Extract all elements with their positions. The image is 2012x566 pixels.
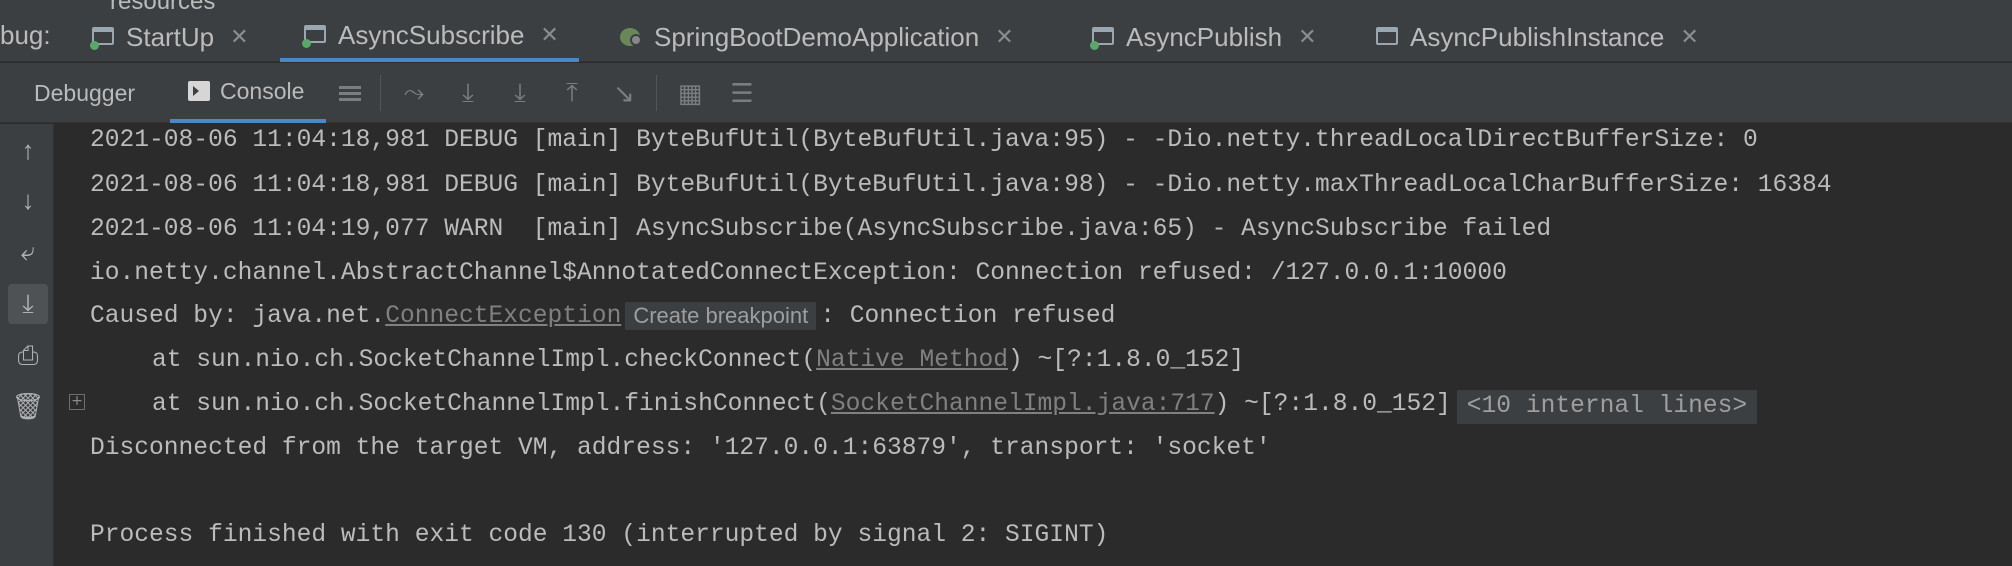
console-line: Process finished with exit code 130 (int… (90, 522, 1109, 549)
console-line: 2021-08-06 11:04:18,981 DEBUG [main] Byt… (90, 127, 1758, 154)
resources-folder-label: resources (110, 0, 215, 12)
debug-toolbar: Debugger Console ⤳ ⤓ ⤓ ⤒ ↘ ▦ ☰ (0, 63, 2012, 123)
trash-icon[interactable]: 🗑 (12, 391, 45, 421)
tab-label: StartUp (126, 21, 215, 52)
tab-debugger[interactable]: Debugger (34, 63, 135, 123)
run-config-icon (1090, 26, 1116, 50)
down-arrow-icon[interactable]: ↓ (14, 185, 42, 215)
step-out-icon[interactable]: ⤒ (556, 77, 588, 109)
close-icon[interactable]: ✕ (1298, 24, 1316, 50)
close-icon[interactable]: ✕ (1680, 24, 1698, 50)
tab-label: AsyncSubscribe (338, 19, 525, 50)
layout-menu-icon[interactable] (334, 77, 366, 109)
tab-label: AsyncPublishInstance (1410, 21, 1665, 52)
tab-label: AsyncPublish (1126, 21, 1283, 52)
run-to-cursor-icon[interactable]: ↘ (608, 77, 640, 109)
console-line: io.netty.channel.AbstractChannel$Annotat… (90, 260, 1507, 287)
frame-prefix: at sun.nio.ch.SocketChannelImpl.finishCo… (152, 391, 831, 418)
tab-console[interactable]: Console (170, 63, 327, 123)
print-icon[interactable]: ⎙ (14, 340, 42, 370)
caused-by-suffix: : Connection refused (820, 303, 1116, 330)
close-icon[interactable]: ✕ (540, 22, 558, 48)
toolbar-divider (380, 75, 381, 111)
console-gutter: ↑ ↓ ⤶ ⤓ ⎙ 🗑 (0, 124, 54, 566)
frame-prefix: at sun.nio.ch.SocketChannelImpl.checkCon… (152, 347, 817, 374)
trace-settings-icon[interactable]: ☰ (726, 77, 758, 109)
create-breakpoint-tooltip[interactable]: Create breakpoint (625, 302, 817, 330)
step-over-icon[interactable]: ⤓ (452, 77, 484, 109)
project-tree-sliver: resources (0, 0, 2012, 12)
run-config-icon (1376, 26, 1400, 48)
tab-startup[interactable]: StartUp ✕ (90, 12, 249, 62)
caused-by-prefix: Caused by: java.net. (90, 303, 386, 330)
native-method-link[interactable]: Native Method (816, 347, 1008, 374)
frame-suffix: ) ~[?:1.8.0_152] (1008, 347, 1245, 374)
step-into-icon[interactable]: ⤓ (504, 77, 536, 109)
show-execution-point-icon[interactable]: ⤳ (398, 77, 430, 109)
debug-tab-bar: bug: StartUp ✕ AsyncSubscribe ✕ SpringBo… (0, 12, 2012, 62)
stack-frame-line: at sun.nio.ch.SocketChannelImpl.finishCo… (90, 390, 1758, 424)
scroll-to-end-icon[interactable]: ⤓ (8, 284, 48, 324)
source-file-link[interactable]: SocketChannelImpl.java:717 (831, 391, 1215, 418)
console-line: 2021-08-06 11:04:19,077 WARN [main] Asyn… (90, 216, 1552, 243)
spring-boot-icon (620, 26, 644, 48)
close-icon[interactable]: ✕ (995, 24, 1013, 50)
close-icon[interactable]: ✕ (230, 24, 248, 50)
expand-fold-icon[interactable]: + (69, 394, 85, 410)
toolbar-divider (656, 75, 657, 111)
soft-wrap-icon[interactable]: ⤶ (14, 236, 42, 266)
console-output[interactable]: 2021-08-06 11:04:18,981 DEBUG [main] Byt… (55, 124, 2012, 566)
folded-lines-badge[interactable]: <10 internal lines> (1456, 390, 1758, 424)
console-label: Console (220, 77, 305, 104)
up-arrow-icon[interactable]: ↑ (14, 135, 42, 165)
run-config-icon (90, 26, 116, 50)
evaluate-expression-icon[interactable]: ▦ (674, 77, 706, 109)
console-line: 2021-08-06 11:04:18,981 DEBUG [main] Byt… (90, 172, 1832, 199)
caused-by-line: Caused by: java.net.ConnectException Crea… (90, 302, 1115, 332)
tab-springbootdemoapplication[interactable]: SpringBootDemoApplication ✕ (620, 12, 1014, 62)
run-config-icon (302, 24, 328, 48)
exception-link[interactable]: ConnectException (385, 303, 621, 330)
console-icon (188, 81, 210, 101)
tab-asyncsubscribe[interactable]: AsyncSubscribe ✕ (280, 12, 579, 62)
console-line: Disconnected from the target VM, address… (90, 435, 1271, 462)
tab-asyncpublish[interactable]: AsyncPublish ✕ (1090, 12, 1317, 62)
debugger-label: Debugger (34, 79, 136, 106)
stack-frame-line: at sun.nio.ch.SocketChannelImpl.checkCon… (90, 346, 1244, 376)
tab-asyncpublishinstance[interactable]: AsyncPublishInstance ✕ (1376, 12, 1699, 62)
frame-suffix: ) ~[?:1.8.0_152] (1214, 391, 1451, 418)
tab-label: SpringBootDemoApplication (654, 21, 980, 52)
debug-label: bug: (0, 20, 51, 50)
